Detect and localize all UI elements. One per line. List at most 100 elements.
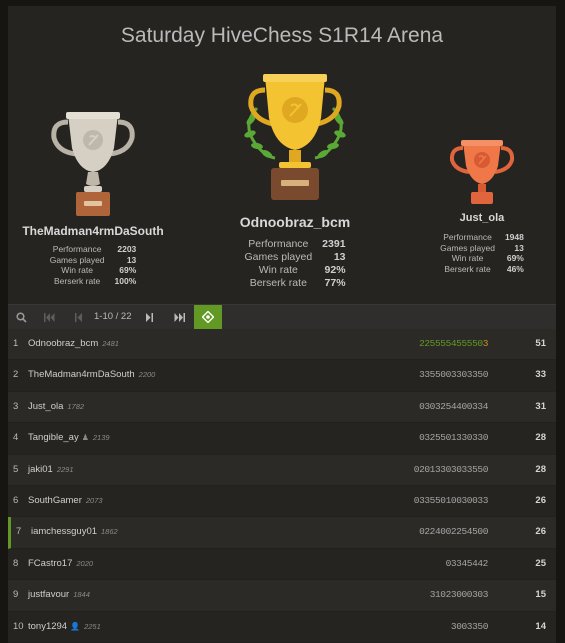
row-rank: 3 — [13, 400, 19, 412]
podium-first: Odnoobraz_bcm Performance 2391 Games play… — [220, 68, 370, 291]
second-place-name[interactable]: TheMadman4rmDaSouth — [13, 224, 173, 238]
row-rank: 4 — [13, 432, 19, 444]
third-place-name[interactable]: Just_ola — [432, 212, 532, 224]
locate-me-icon — [202, 311, 214, 323]
stat-value: 92% — [324, 264, 346, 277]
player-link[interactable]: tony1294 👤 2251 — [28, 612, 101, 642]
player-link[interactable]: TheMadman4rmDaSouth 2200 — [28, 360, 155, 390]
prev-page-button[interactable] — [66, 305, 92, 329]
score-sheet: 0325501330330 — [419, 432, 488, 444]
first-page-button[interactable] — [36, 305, 62, 329]
last-page-icon — [174, 312, 185, 322]
total-score: 33 — [535, 369, 546, 381]
table-row[interactable]: 5 jaki01 2291 02013303033550 28 — [8, 454, 556, 486]
player-name[interactable]: Tangible_ay — [28, 432, 79, 443]
stat-value: 77% — [324, 277, 346, 290]
tournament-title: Saturday HiveChess S1R14 Arena — [120, 24, 444, 47]
player-name[interactable]: FCastro17 — [28, 558, 72, 569]
player-name[interactable]: jaki01 — [28, 464, 53, 475]
stat-label: Games played — [244, 251, 313, 264]
player-link[interactable]: jaki01 2291 — [28, 455, 74, 485]
row-rank: 9 — [13, 589, 19, 601]
score-sheet: 31023000303 — [429, 589, 489, 601]
table-row[interactable]: 9 justfavour 1844 31023000303 15 — [8, 580, 556, 612]
stat-label: Performance — [443, 232, 492, 242]
first-page-icon — [43, 312, 54, 322]
score-sheet: 0303254400334 — [419, 400, 488, 412]
standings-pager: 1-10 / 22 — [8, 304, 556, 330]
table-row[interactable]: 10 tony1294 👤 2251 3003350 14 — [8, 611, 556, 643]
score-sheet: 3355003303350 — [419, 369, 488, 381]
player-link[interactable]: SouthGamer 2073 — [28, 486, 103, 516]
row-rank: 10 — [13, 620, 24, 632]
player-link[interactable]: Tangible_ay ♟ 2139 — [28, 423, 110, 453]
table-row[interactable]: 1 Odnoobraz_bcm 2481 2255554555503 51 — [8, 329, 556, 361]
tournament-panel: Saturday HiveChess S1R14 Arena Odnoobraz… — [8, 6, 556, 643]
table-row[interactable]: 2 TheMadman4rmDaSouth 2200 3355003303350 … — [8, 360, 556, 392]
total-score: 51 — [535, 338, 546, 349]
row-rank: 6 — [13, 494, 19, 506]
standings-table: 1 Odnoobraz_bcm 2481 2255554555503 51 2 T… — [8, 329, 556, 643]
search-button[interactable] — [8, 305, 34, 329]
table-row[interactable]: 4 Tangible_ay ♟ 2139 0325501330330 28 — [8, 423, 556, 455]
total-score: 28 — [535, 432, 546, 444]
player-link[interactable]: justfavour 1844 — [28, 580, 90, 610]
player-rating: 2139 — [92, 433, 110, 443]
stat-label: Berserk rate — [53, 275, 101, 286]
player-link[interactable]: Just_ola 1782 — [28, 392, 84, 422]
total-score: 26 — [535, 494, 546, 506]
table-row[interactable]: 8 FCastro17 2020 03345442 25 — [8, 548, 556, 581]
player-name[interactable]: Odnoobraz_bcm — [28, 338, 98, 349]
score-sheet: 2255554555503 — [419, 329, 488, 359]
podium-third: Just_ola Performance 1948 Games played 13 … — [432, 138, 532, 275]
player-name[interactable]: tony1294 — [28, 621, 67, 632]
player-link[interactable]: FCastro17 2020 — [28, 549, 93, 579]
gold-trophy-icon — [244, 74, 346, 200]
total-score: 31 — [535, 400, 546, 412]
bronze-trophy-icon — [449, 140, 515, 204]
player-rating: 1844 — [73, 590, 90, 600]
stat-value: 1948 — [504, 232, 524, 242]
total-score: 15 — [535, 589, 546, 601]
player-name[interactable]: Just_ola — [28, 401, 63, 412]
locate-me-button[interactable] — [194, 305, 222, 329]
page-range: 1-10 / 22 — [94, 311, 132, 322]
next-page-button[interactable] — [136, 305, 162, 329]
player-link[interactable]: Odnoobraz_bcm 2481 — [28, 329, 119, 359]
second-place-stats: Performance 2203 Games played 13 Win rate 6… — [50, 244, 137, 287]
bot-icon: ♟ — [81, 433, 89, 443]
stat-value: 13 — [333, 251, 346, 264]
player-rating: 2073 — [85, 495, 103, 505]
player-name[interactable]: justfavour — [28, 589, 69, 600]
stat-label: Performance — [248, 238, 309, 250]
player-rating: 1862 — [101, 527, 118, 537]
score-sheet: 03345442 — [445, 557, 489, 569]
row-rank: 8 — [13, 557, 19, 569]
stat-value: 69% — [506, 253, 524, 264]
stat-value: 100% — [114, 275, 137, 286]
stat-value: 2391 — [322, 238, 346, 250]
stat-label: Win rate — [258, 264, 298, 277]
player-name[interactable]: iamchessguy01 — [31, 526, 97, 537]
third-place-stats: Performance 1948 Games played 13 Win rate 6… — [440, 232, 524, 275]
player-rating: 1782 — [67, 401, 85, 411]
player-rating: 2481 — [102, 339, 119, 348]
search-icon — [15, 311, 27, 323]
player-name[interactable]: TheMadman4rmDaSouth — [28, 369, 135, 380]
player-rating: 2200 — [138, 370, 156, 380]
table-row-me[interactable]: 7 iamchessguy01 1862 0224002254500 26 — [8, 517, 556, 549]
total-score: 14 — [535, 620, 546, 632]
score-sheet: 3003350 — [450, 620, 489, 632]
first-place-name[interactable]: Odnoobraz_bcm — [220, 214, 370, 230]
stat-value: 2203 — [117, 244, 137, 254]
row-rank: 7 — [16, 526, 22, 538]
table-row[interactable]: 6 SouthGamer 2073 03355010030033 26 — [8, 485, 556, 518]
podium-second: TheMadman4rmDaSouth Performance 2203 Game… — [13, 108, 173, 287]
total-score: 26 — [535, 526, 546, 538]
player-name[interactable]: SouthGamer — [28, 495, 82, 506]
stat-label: Berserk rate — [444, 263, 491, 274]
score-sheet: 03355010030033 — [413, 494, 489, 506]
last-page-button[interactable] — [166, 305, 192, 329]
player-link[interactable]: iamchessguy01 1862 — [31, 517, 118, 547]
table-row[interactable]: 3 Just_ola 1782 0303254400334 31 — [8, 391, 556, 424]
